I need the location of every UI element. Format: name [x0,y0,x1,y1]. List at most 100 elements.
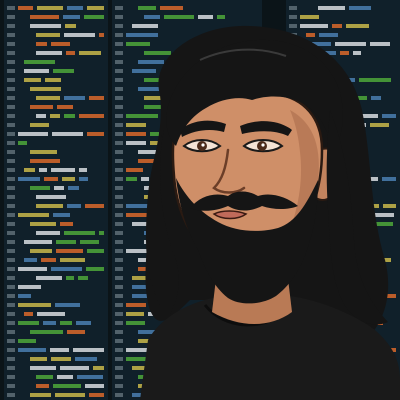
code-token [79,114,104,118]
code-token [36,96,60,100]
code-token [198,15,213,19]
line-number-mark [115,357,123,361]
code-token [126,321,145,325]
code-token [18,303,51,307]
code-token [30,159,60,163]
code-token [138,6,156,10]
code-token [80,240,99,244]
code-token [36,276,62,280]
code-token [30,105,53,109]
line-number-mark [7,258,15,262]
code-token [85,204,104,208]
line-number-mark [7,294,15,298]
code-token [126,168,143,172]
code-token [126,249,149,253]
code-token [383,204,396,208]
code-token [30,222,56,226]
code-token [164,15,194,19]
line-number-mark [7,339,15,343]
line-number-mark [115,393,123,397]
line-number-mark [115,60,123,64]
code-token [76,321,91,325]
code-token [370,123,389,127]
code-token [36,195,66,199]
code-token [53,69,74,73]
line-number-mark [7,105,15,109]
line-number-mark [115,348,123,352]
code-token [24,168,35,172]
line-number-mark [7,96,15,100]
code-token [335,42,366,46]
code-token [37,312,65,316]
line-number-mark [7,87,15,91]
line-number-mark [115,231,123,235]
code-token [318,6,345,10]
line-number-mark [7,303,15,307]
code-token [30,249,52,253]
code-token [84,15,104,19]
line-number-mark [7,42,15,46]
code-token [18,213,49,217]
line-number-mark [115,141,123,145]
code-token [30,393,51,397]
line-number-mark [7,150,15,154]
line-number-mark [115,258,123,262]
code-token [43,321,56,325]
code-token [51,168,75,172]
lips [212,210,248,220]
code-token [53,213,70,217]
line-number-mark [7,177,15,181]
line-number-mark [7,321,15,325]
line-number-mark [7,186,15,190]
line-number-mark [115,294,123,298]
code-token [144,51,171,55]
line-number-mark [7,330,15,334]
line-number-mark [115,87,123,91]
line-number-mark [115,339,123,343]
code-token [73,348,104,352]
line-number-mark [115,123,123,127]
code-token [60,321,72,325]
line-number-mark [115,24,123,28]
line-number-mark [7,231,15,235]
code-token [144,15,160,19]
line-number-mark [7,249,15,253]
code-token [126,141,146,145]
line-number-mark [7,276,15,280]
code-token [36,384,49,388]
code-token [18,132,48,136]
code-token [306,33,315,37]
line-number-mark [115,375,123,379]
line-number-mark [115,276,123,280]
code-token [54,186,64,190]
code-token [64,33,95,37]
code-token [30,24,61,28]
code-token [50,348,69,352]
code-token [51,42,70,46]
line-number-mark [7,114,15,118]
code-token [68,186,79,190]
line-number-mark [115,15,123,19]
code-token [18,348,46,352]
code-token [67,330,85,334]
line-number-mark [7,24,15,28]
code-token [89,96,104,100]
code-token [87,249,104,253]
code-token [126,312,144,316]
line-number-mark [115,312,123,316]
line-number-mark [115,42,123,46]
code-token [126,123,146,127]
code-token [65,24,76,28]
code-token [349,6,371,10]
line-number-mark [115,222,123,226]
line-number-mark [115,114,123,118]
left-eye [182,139,222,153]
code-token [55,303,80,307]
line-number-mark [7,69,15,73]
code-token [36,114,46,118]
code-token [18,285,41,289]
code-token [18,294,31,298]
code-token [56,249,83,253]
line-number-mark [7,366,15,370]
code-token [50,114,60,118]
